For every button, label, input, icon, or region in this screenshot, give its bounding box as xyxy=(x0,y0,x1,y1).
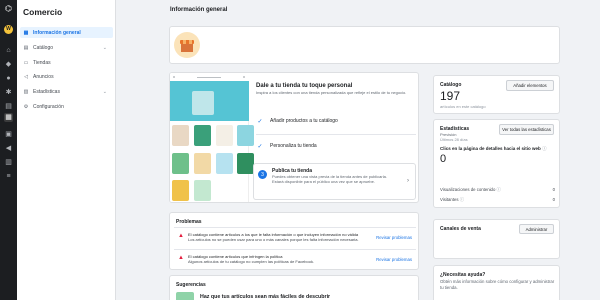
catalog-count: 197 xyxy=(440,89,461,103)
menu-icon[interactable]: ≡ xyxy=(4,172,13,181)
check-icon: ✓ xyxy=(257,118,263,125)
problems-title: Problemas xyxy=(176,219,202,225)
stats-row-label: Visitantes xyxy=(440,197,459,202)
info-icon[interactable]: ⓘ xyxy=(497,187,501,192)
info-icon[interactable]: ⓘ xyxy=(542,146,547,151)
personalize-subtitle: Inspira a los clientes con una tienda pe… xyxy=(256,90,407,95)
chevron-right-icon: › xyxy=(407,178,409,184)
problems-card: Problemas ▲ El catálogo contiene artícul… xyxy=(169,212,419,270)
sidebar-title: Comercio xyxy=(23,7,63,17)
step-add-products[interactable]: ✓ Añadir productos a tu catálogo xyxy=(256,110,416,132)
warning-icon: ▲ xyxy=(178,255,184,261)
sidebar-item-statistics[interactable]: ▥ Estadísticas ⌄ xyxy=(20,86,113,97)
shop-banner-card xyxy=(169,26,560,64)
review-problems-link[interactable]: Revisar problemas xyxy=(376,235,412,240)
help-card: ¿Necesitas ayuda? Obtén más información … xyxy=(433,265,560,300)
megaphone-icon[interactable]: ◀ xyxy=(4,144,13,153)
help-label: ¿Necesitas ayuda? xyxy=(440,272,486,278)
storefront-icon xyxy=(174,32,200,58)
step-number-badge: 3 xyxy=(258,170,267,179)
clicks-value: 0 xyxy=(440,153,447,165)
add-items-button[interactable]: Añadir elementos xyxy=(506,80,554,91)
suggestions-card: Sugerencias Haz que tus artículos sean m… xyxy=(169,275,419,300)
suggestion-image xyxy=(176,292,194,300)
sidebar-item-label: Configuración xyxy=(33,103,64,110)
manage-button[interactable]: Administrar xyxy=(519,224,554,234)
sidebar-item-catalog[interactable]: ▤ Catálogo ⌄ xyxy=(20,42,113,53)
warning-icon: ▲ xyxy=(178,233,184,239)
chart-icon: ▥ xyxy=(23,88,29,95)
gear-icon: ⚙ xyxy=(23,103,29,110)
suggestion-text[interactable]: Haz que tus artículos sean más fáciles d… xyxy=(200,294,330,300)
sidebar-item-label: Información general xyxy=(33,29,81,36)
catalog-card: Catálogo 197 artículos en este catálogo … xyxy=(433,75,560,114)
sidebar-item-stores[interactable]: ▭ Tiendas xyxy=(20,57,113,68)
page-title: Información general xyxy=(170,7,228,13)
personalize-title: Dale a tu tienda tu toque personal xyxy=(256,83,353,89)
view-all-stats-button[interactable]: Ver todas las estadísticas xyxy=(499,124,554,135)
catalog-label: Catálogo xyxy=(440,82,462,88)
publish-description: Puedes obtener una vista previa de la ti… xyxy=(272,174,387,185)
clicks-label: Clics en la página de detalles hacia el … xyxy=(440,146,541,151)
problem-detail: Algunos artículos de tu catálogo no cump… xyxy=(188,259,315,265)
stats-range: Últimos 28 días xyxy=(440,137,468,142)
problem-item: ▲ El catálogo contiene artículos que inf… xyxy=(174,249,416,269)
publish-shop-step[interactable]: 3 Publica tu tienda Puedes obtener una v… xyxy=(253,163,416,200)
chevron-down-icon: ⌄ xyxy=(102,44,107,51)
sidebar-item-settings[interactable]: ⚙ Configuración xyxy=(20,101,113,112)
stats-row: Visualizaciones de contenido ⓘ 0 xyxy=(440,187,555,195)
step-label: Personaliza tu tienda xyxy=(270,143,317,149)
chevron-down-icon: ⌄ xyxy=(102,88,107,95)
main-content: Información general Dale a tu tienda tu … xyxy=(117,0,600,300)
shop-icon[interactable]: ▦ xyxy=(4,113,13,122)
catalog-icon: ▤ xyxy=(23,44,29,51)
stats-row-value: 0 xyxy=(552,197,555,202)
stats-row: Visitantes ⓘ 0 xyxy=(440,197,555,205)
statistics-card: Estadísticas Ver todas las estadísticas … xyxy=(433,119,560,208)
sales-channels-label: Canales de venta xyxy=(440,226,481,232)
sidebar-item-ads[interactable]: ◁ Anuncios xyxy=(20,71,113,82)
sidebar-item-overview[interactable]: ▦ Información general xyxy=(20,27,113,38)
chart-icon[interactable]: ▥ xyxy=(4,158,13,167)
commerce-sidebar: Comercio ▦ Información general ▤ Catálog… xyxy=(17,0,116,300)
stats-row-value: 0 xyxy=(552,187,555,192)
calendar-icon[interactable]: ▣ xyxy=(4,130,13,139)
bell-icon[interactable]: ◆ xyxy=(4,60,13,69)
home-icon[interactable]: ⌂ xyxy=(4,46,13,55)
personalize-shop-card: Dale a tu tienda tu toque personal Inspi… xyxy=(169,72,419,203)
info-icon[interactable]: ⓘ xyxy=(460,197,464,202)
list-icon[interactable]: ▤ xyxy=(4,102,13,111)
catalog-subtext: artículos en este catálogo xyxy=(440,104,486,109)
sidebar-item-label: Tiendas xyxy=(33,59,51,66)
sales-channels-card: Canales de venta Administrar xyxy=(433,219,560,259)
avatar[interactable]: W xyxy=(4,25,13,34)
sidebar-item-label: Anuncios xyxy=(33,73,54,80)
step-label: Añadir productos a tu catálogo xyxy=(270,118,338,124)
step-customize-shop[interactable]: ✓ Personaliza tu tienda xyxy=(256,135,416,157)
overview-icon: ▦ xyxy=(23,29,29,36)
store-icon: ▭ xyxy=(23,59,29,66)
suggestions-title: Sugerencias xyxy=(176,282,206,288)
problem-item: ▲ El catálogo contiene artículos a los q… xyxy=(174,227,416,247)
sidebar-item-label: Catálogo xyxy=(33,44,54,51)
check-icon: ✓ xyxy=(257,143,263,150)
gear-icon[interactable]: ✱ xyxy=(4,88,13,97)
stats-row-label: Visualizaciones de contenido xyxy=(440,187,496,192)
chat-icon[interactable]: ● xyxy=(4,74,13,83)
problem-detail: Los artículos no se pueden usar para uno… xyxy=(188,237,359,243)
meta-logo-icon[interactable]: ⌬ xyxy=(4,4,13,13)
megaphone-icon: ◁ xyxy=(24,73,28,80)
shop-preview-image xyxy=(170,73,254,202)
review-problems-link[interactable]: Revisar problemas xyxy=(376,257,412,262)
help-text: Obtén más información sobre cómo configu… xyxy=(440,279,555,290)
sidebar-item-label: Estadísticas xyxy=(33,88,60,95)
global-nav-rail: ⌬ W ⌂ ◆ ● ✱ ▤ ▦ ▣ ◀ ▥ ≡ xyxy=(0,0,17,300)
